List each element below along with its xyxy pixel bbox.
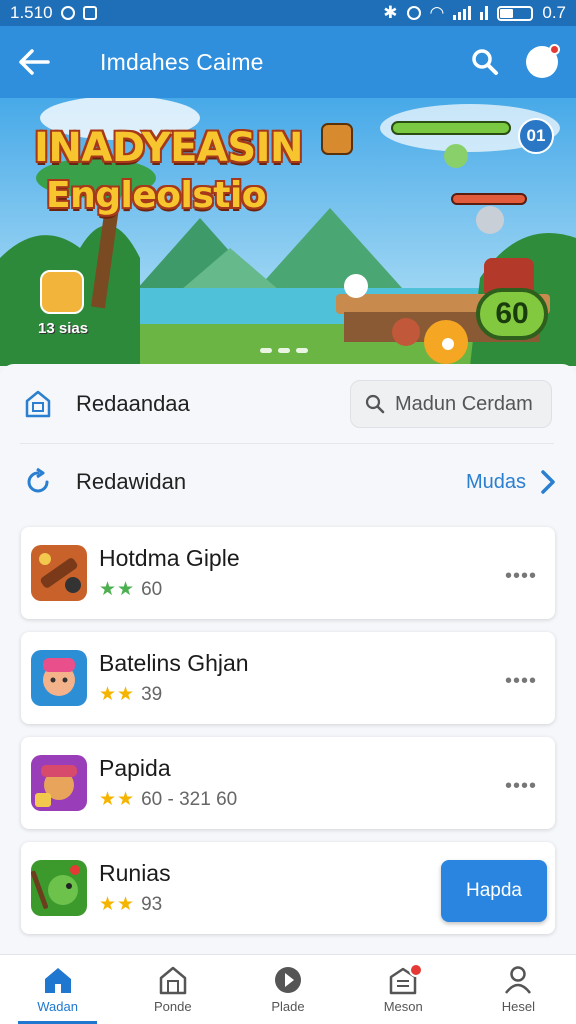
back-arrow-icon[interactable]	[18, 48, 50, 76]
signal-icon	[453, 6, 472, 20]
game-card[interactable]: Batelins Ghjan ★★ 39 ••••	[21, 632, 555, 724]
store-icon	[159, 966, 187, 995]
chevron-right-icon	[541, 470, 555, 494]
section-updates: Redawidan Mudas	[20, 462, 556, 502]
rating-stars: ★★	[99, 684, 136, 705]
carousel-indicator[interactable]	[260, 348, 308, 353]
search-field-icon	[365, 394, 385, 414]
section-updates-label: Redawidan	[76, 469, 187, 494]
rating-value: 39	[141, 683, 163, 705]
nav-play-label: Plade	[271, 999, 305, 1014]
game-name: Batelins Ghjan	[99, 650, 249, 676]
record-icon	[60, 6, 75, 20]
search-placeholder: Madun Cerdam	[395, 392, 533, 415]
wifi-icon: ◠	[429, 3, 445, 22]
nav-inbox[interactable]: Meson	[346, 955, 461, 1024]
banner-tag: 13 sias	[38, 320, 89, 337]
notification-dot	[549, 44, 560, 55]
game-name: Hotdma Giple	[99, 545, 240, 571]
banner-game-icon	[40, 270, 84, 314]
rating-stars: ★★	[99, 579, 136, 600]
rating-stars: ★★	[99, 789, 136, 810]
more-link[interactable]: Mudas	[466, 469, 556, 495]
game-app-icon	[31, 860, 87, 916]
nav-store[interactable]: Ponde	[115, 955, 230, 1024]
game-card[interactable]: Papida ★★ 60 - 321 60 ••••	[21, 737, 555, 829]
alarm-icon	[406, 6, 421, 20]
banner-level-badge: 01	[518, 118, 554, 154]
app-bar: Imdahes Caime	[0, 26, 576, 98]
banner-headline-line1: INADYEASIN	[34, 125, 304, 171]
banner-score-badge: 60	[476, 288, 548, 340]
search-input[interactable]: Madun Cerdam	[350, 380, 552, 428]
banner-headline-line2: Engleolstio	[46, 175, 267, 216]
refresh-icon	[20, 464, 56, 500]
hero-banner[interactable]: INADYEASIN Engleolstio 13 sias 01 60	[0, 98, 576, 366]
game-card[interactable]: Hotdma Giple ★★ 60 ••••	[21, 527, 555, 619]
game-name: Runias	[99, 860, 171, 886]
game-card[interactable]: Runias ★★ 93 Hapda	[21, 842, 555, 934]
nav-home-label: Wadan	[37, 999, 78, 1014]
nav-home[interactable]: Wadan	[0, 955, 115, 1024]
nav-profile-label: Hesel	[501, 999, 536, 1014]
search-icon[interactable]	[470, 47, 500, 77]
notification-icon	[82, 6, 97, 20]
rating-stars: ★★	[99, 894, 136, 915]
bottom-navigation: Wadan Ponde Plade Meson Hesel	[0, 954, 576, 1024]
game-name: Papida	[99, 755, 171, 781]
home-icon	[44, 968, 71, 993]
content-sheet: Redaandaa Madun Cerdam Redawidan Mudas H…	[0, 364, 576, 954]
nav-profile[interactable]: Hesel	[461, 955, 576, 1024]
game-app-icon	[31, 545, 87, 601]
nav-play[interactable]: Plade	[230, 955, 345, 1024]
status-bar: 1.510 ✱ ◠ 0.7	[0, 0, 576, 26]
section-featured-label: Redaandaa	[76, 391, 190, 416]
rating-value: 60	[141, 578, 163, 600]
game-app-icon	[31, 755, 87, 811]
inbox-badge	[408, 963, 423, 977]
app-title: Imdahes Caime	[100, 48, 264, 75]
rating-value: 60 - 321 60	[141, 788, 238, 810]
banner-headline: INADYEASIN Engleolstio	[34, 124, 304, 220]
play-icon	[275, 967, 301, 993]
more-options-icon[interactable]: ••••	[505, 670, 537, 693]
rating-value: 93	[141, 893, 163, 915]
notifications-button[interactable]	[526, 44, 560, 78]
status-value: 0.7	[542, 3, 566, 22]
battery-icon	[497, 5, 534, 21]
more-options-icon[interactable]: ••••	[505, 775, 537, 798]
more-link-label: Mudas	[465, 470, 526, 493]
nav-store-label: Ponde	[154, 999, 192, 1014]
profile-icon	[505, 966, 532, 994]
shop-icon	[20, 386, 56, 422]
more-options-icon[interactable]: ••••	[505, 565, 537, 588]
status-time: 1.510	[10, 3, 53, 22]
signal2-icon	[480, 6, 489, 20]
nav-inbox-label: Meson	[383, 999, 423, 1014]
section-divider	[20, 443, 554, 444]
install-button[interactable]: Hapda	[441, 860, 547, 922]
bluetooth-icon: ✱	[383, 3, 398, 22]
game-app-icon	[31, 650, 87, 706]
